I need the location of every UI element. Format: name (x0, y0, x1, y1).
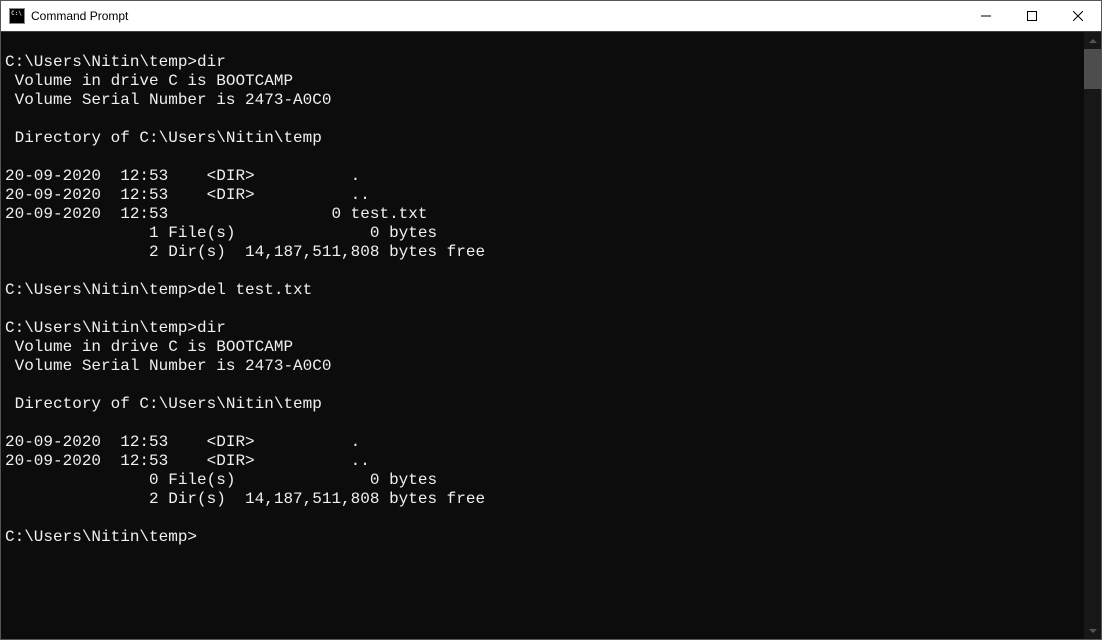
terminal-line: Volume in drive C is BOOTCAMP (5, 72, 1080, 91)
terminal-line (5, 110, 1080, 129)
terminal-line: 20-09-2020 12:53 <DIR> .. (5, 452, 1080, 471)
terminal-line: Volume Serial Number is 2473-A0C0 (5, 91, 1080, 110)
terminal-line: Volume Serial Number is 2473-A0C0 (5, 357, 1080, 376)
minimize-button[interactable] (963, 1, 1009, 31)
terminal-line: 2 Dir(s) 14,187,511,808 bytes free (5, 490, 1080, 509)
scrollbar-down-button[interactable] (1084, 622, 1101, 639)
terminal-line: Volume in drive C is BOOTCAMP (5, 338, 1080, 357)
terminal-line (5, 148, 1080, 167)
terminal-line: 20-09-2020 12:53 <DIR> . (5, 167, 1080, 186)
terminal-line: Directory of C:\Users\Nitin\temp (5, 129, 1080, 148)
minimize-icon (981, 11, 991, 21)
terminal-line (5, 509, 1080, 528)
window-title: Command Prompt (31, 9, 963, 23)
terminal-line: 20-09-2020 12:53 <DIR> . (5, 433, 1080, 452)
terminal-line: 20-09-2020 12:53 <DIR> .. (5, 186, 1080, 205)
terminal-line: C:\Users\Nitin\temp>dir (5, 53, 1080, 72)
terminal-line: C:\Users\Nitin\temp>dir (5, 319, 1080, 338)
terminal-line: 2 Dir(s) 14,187,511,808 bytes free (5, 243, 1080, 262)
terminal-line: C:\Users\Nitin\temp>del test.txt (5, 281, 1080, 300)
terminal-line: 0 File(s) 0 bytes (5, 471, 1080, 490)
terminal-line: 20-09-2020 12:53 0 test.txt (5, 205, 1080, 224)
terminal-line (5, 300, 1080, 319)
terminal-line (5, 414, 1080, 433)
maximize-button[interactable] (1009, 1, 1055, 31)
scrollbar-thumb[interactable] (1084, 49, 1101, 89)
terminal-output[interactable]: C:\Users\Nitin\temp>dir Volume in drive … (1, 32, 1084, 639)
maximize-icon (1027, 11, 1037, 21)
close-icon (1073, 11, 1083, 21)
terminal-line (5, 34, 1080, 53)
terminal-line: C:\Users\Nitin\temp> (5, 528, 1080, 547)
scrollbar-up-button[interactable] (1084, 32, 1101, 49)
terminal-wrapper: C:\Users\Nitin\temp>dir Volume in drive … (1, 32, 1101, 639)
app-icon (9, 8, 25, 24)
terminal-line (5, 262, 1080, 281)
terminal-line (5, 376, 1080, 395)
close-button[interactable] (1055, 1, 1101, 31)
titlebar: Command Prompt (1, 1, 1101, 32)
terminal-line: 1 File(s) 0 bytes (5, 224, 1080, 243)
terminal-line: Directory of C:\Users\Nitin\temp (5, 395, 1080, 414)
scrollbar[interactable] (1084, 32, 1101, 639)
window-controls (963, 1, 1101, 31)
